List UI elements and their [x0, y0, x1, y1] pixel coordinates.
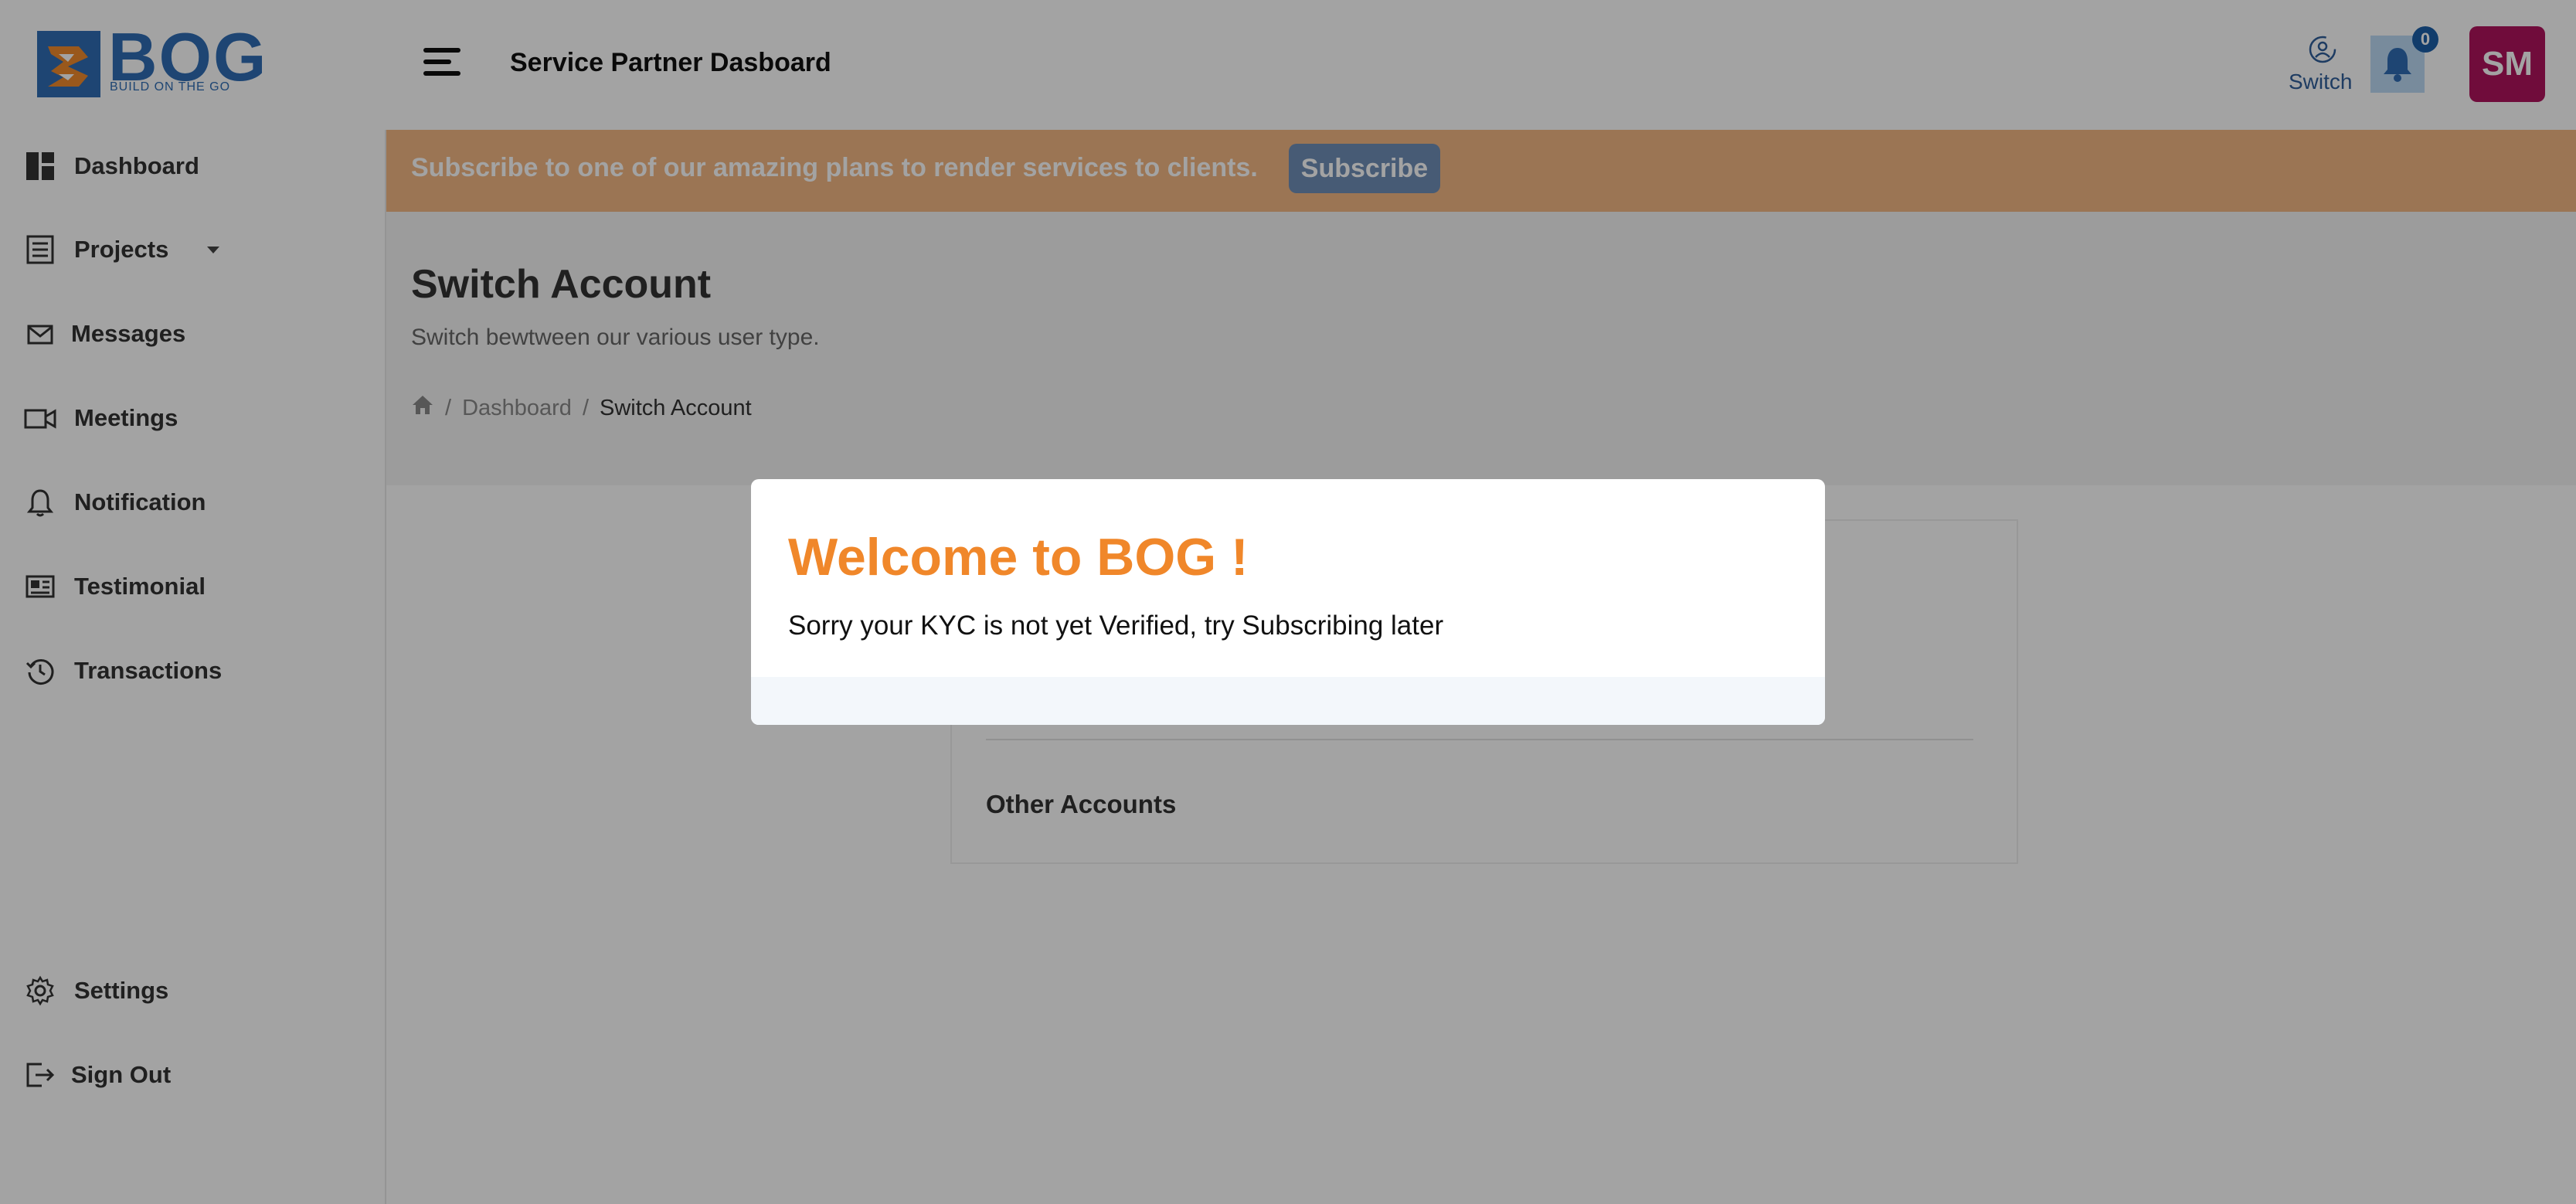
modal-message: Sorry your KYC is not yet Verified, try … [788, 611, 1444, 641]
modal-title: Welcome to BOG ! [788, 528, 1249, 587]
welcome-modal: Welcome to BOG ! Sorry your KYC is not y… [751, 479, 1825, 725]
modal-footer [751, 677, 1825, 725]
